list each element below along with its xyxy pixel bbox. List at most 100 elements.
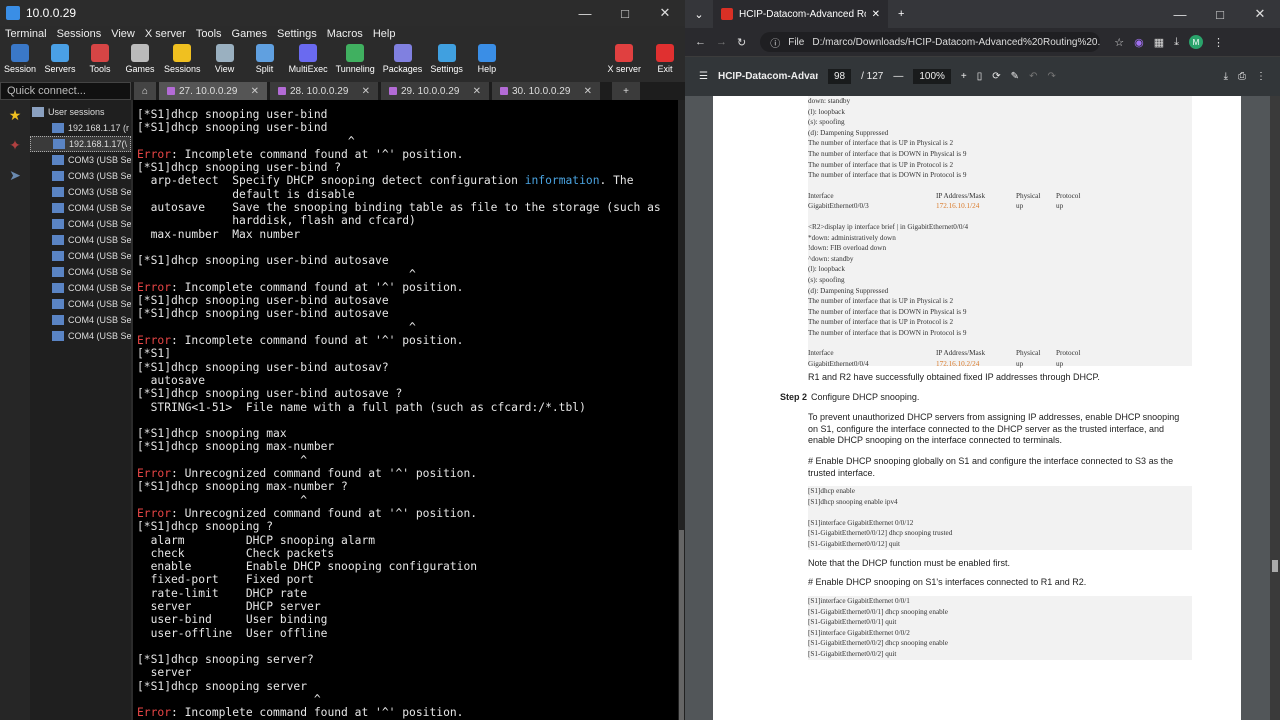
chrome-maximize-icon[interactable]: □ [1200,7,1240,22]
close-icon[interactable]: ✕ [645,5,685,21]
toolbar-tools-button[interactable]: Tools [80,44,120,74]
ssh-session-icon [52,123,64,133]
pdf-scroll-thumb[interactable] [1272,560,1278,572]
session-item[interactable]: COM4 (USB Ser [30,216,131,232]
th2-cell: Physical [1016,349,1041,358]
maximize-icon[interactable]: □ [605,6,645,21]
scrollbar-thumb[interactable] [679,530,684,720]
text-line: (s): spoofing [808,118,845,127]
pdf-scrollbar[interactable] [1270,96,1280,720]
session-item[interactable]: COM3 (USB Ser [30,168,131,184]
rotate-icon[interactable]: ⟳ [992,71,1000,82]
session-item[interactable]: COM4 (USB Ser [30,280,131,296]
tab-close-icon[interactable]: ✕ [362,86,370,97]
menu-item-macros[interactable]: Macros [327,28,363,40]
pdf-more-icon[interactable]: ⋮ [1256,71,1280,82]
toolbar-games-button[interactable]: Games [120,44,160,74]
session-item[interactable]: COM3 (USB Ser [30,152,131,168]
tab-close-icon[interactable]: ✕ [251,86,259,97]
pdf-toolbar: ☰ HCIP-Datacom-Advan... 98 / 127 — 100% … [685,56,1280,96]
toolbar-packages-button[interactable]: Packages [379,44,427,74]
toolbar-servers-button[interactable]: Servers [40,44,80,74]
toolbar-tunneling-button[interactable]: Tunneling [332,44,379,74]
redo-icon[interactable]: ↷ [1047,71,1055,82]
sessions-header[interactable]: User sessions [30,104,131,120]
chrome-close-icon[interactable]: ✕ [1240,6,1280,22]
session-item[interactable]: COM4 (USB Ser [30,264,131,280]
pdf-viewport[interactable]: down: standby (l): loopback (s): spoofing(… [685,96,1280,720]
menu-item-help[interactable]: Help [373,28,396,40]
back-icon[interactable]: ← [695,36,706,48]
toolbar-session-button[interactable]: Session [0,44,40,74]
download-icon[interactable]: ⤓ [1174,36,1179,49]
session-tab[interactable]: 29. 10.0.0.29 ✕ [381,82,489,100]
chrome-minimize-icon[interactable]: — [1160,7,1200,22]
draw-icon[interactable]: ✎ [1011,71,1019,82]
extension-icon[interactable]: ◉ [1134,36,1144,49]
session-item[interactable]: COM4 (USB Ser [30,232,131,248]
profile-avatar[interactable]: M [1188,35,1203,49]
session-item[interactable]: 192.168.1.17 (r [30,120,131,136]
session-item[interactable]: COM4 (USB Ser [30,248,131,264]
new-tab-icon[interactable]: + [888,8,904,20]
star-icon[interactable]: ★ [0,100,30,130]
toolbar-settings-button[interactable]: Settings [426,44,467,74]
page-number-input[interactable]: 98 [827,69,852,84]
line-text: [*S1] [137,347,172,361]
session-item[interactable]: COM4 (USB Ser [30,328,131,344]
toolbar-split-button[interactable]: Split [245,44,285,74]
forward-icon[interactable]: → [716,36,727,48]
tab-search-icon[interactable]: ⌄ [685,8,713,21]
session-tab[interactable]: 27. 10.0.0.29 ✕ [159,82,267,100]
more-menu-icon[interactable]: ⋮ [1213,36,1234,49]
toolbar-multiexec-button[interactable]: MultiExec [285,44,332,74]
tools-icon[interactable]: ✦ [0,130,30,160]
menu-item-x-server[interactable]: X server [145,28,186,40]
zoom-in-icon[interactable]: + [961,71,967,82]
session-tab[interactable]: 28. 10.0.0.29 ✕ [270,82,378,100]
session-item[interactable]: 192.168.1.17(\ [30,136,131,152]
line-text: check Check packets [137,546,335,560]
session-item[interactable]: COM4 (USB Ser [30,312,131,328]
menu-item-sessions[interactable]: Sessions [57,28,102,40]
zoom-input[interactable]: 100% [913,69,951,84]
menu-item-games[interactable]: Games [232,28,267,40]
tab-close-icon[interactable]: ✕ [872,9,880,20]
toolbar-view-button[interactable]: View [205,44,245,74]
send-icon[interactable]: ➤ [0,160,30,190]
undo-icon[interactable]: ↶ [1029,71,1037,82]
bookmark-star-icon[interactable]: ☆ [1114,36,1124,49]
fit-page-icon[interactable]: ▯ [977,71,983,82]
tab-close-icon[interactable]: ✕ [584,86,592,97]
toolbar-x-server-button[interactable]: X server [603,44,645,74]
session-item[interactable]: COM4 (USB Ser [30,296,131,312]
terminal-output[interactable]: [*S1]dhcp snooping user-bind [*S1]dhcp sn… [133,100,678,720]
menu-item-view[interactable]: View [111,28,135,40]
menu-item-settings[interactable]: Settings [277,28,317,40]
print-icon[interactable]: ⎙ [1238,71,1246,82]
quick-connect-input[interactable]: Quick connect... [0,82,131,100]
session-item[interactable]: COM4 (USB Ser [30,200,131,216]
session-item[interactable]: COM3 (USB Ser [30,184,131,200]
menu-item-tools[interactable]: Tools [196,28,222,40]
save-icon[interactable]: ⤓ [1224,71,1228,82]
minimize-icon[interactable]: — [565,6,605,21]
menu-item-terminal[interactable]: Terminal [5,28,47,40]
puzzle-icon[interactable]: ▦ [1154,36,1164,49]
reload-icon[interactable]: ↻ [737,36,746,49]
tab-close-icon[interactable]: ✕ [473,86,481,97]
browser-tab[interactable]: HCIP-Datacom-Advanced Routi✕ [713,0,888,28]
error-label: Error [137,334,172,348]
toolbar-help-button[interactable]: Help [467,44,507,74]
toolbar-sessions-button[interactable]: Sessions [160,44,205,74]
url-box[interactable]: ⓘ File D:/marco/Downloads/HCIP-Datacom-Adv… [760,32,1101,52]
toolbar-exit-button[interactable]: Exit [645,44,685,74]
zoom-out-icon[interactable]: — [893,71,903,82]
terminal-line: ^ [137,321,674,334]
line-text: [*S1]dhcp snooping max-number ? [137,480,348,494]
home-tab[interactable]: ⌂ [134,82,156,100]
new-tab-button[interactable]: + [612,82,640,100]
terminal-scrollbar[interactable] [678,100,685,720]
session-tab[interactable]: 30. 10.0.0.29 ✕ [492,82,600,100]
menu-icon[interactable]: ☰ [699,71,708,82]
